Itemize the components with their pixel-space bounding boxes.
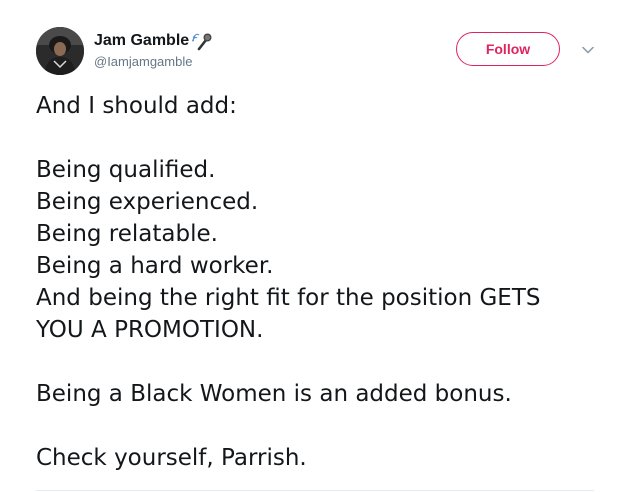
microphone-icon <box>191 31 213 51</box>
tweet-line: Being a hard worker. <box>36 253 274 279</box>
author-name-row: Jam Gamble <box>94 30 213 52</box>
tweet-line: YOU A PROMOTION. <box>36 317 264 343</box>
tweet-line-gap <box>36 410 606 442</box>
avatar[interactable] <box>36 27 84 75</box>
tweet-text: And I should add: Being qualified. Being… <box>36 90 606 474</box>
author-name[interactable]: Jam Gamble <box>94 32 189 50</box>
tweet-card: Jam Gamble @Iamjamgamble Follow And I sh <box>0 0 630 492</box>
author-handle[interactable]: @Iamjamgamble <box>94 54 192 69</box>
divider <box>36 490 594 491</box>
follow-button[interactable]: Follow <box>456 32 560 66</box>
tweet-line: Being qualified. <box>36 157 216 183</box>
avatar-image <box>36 27 84 75</box>
tweet-line: Being relatable. <box>36 221 218 247</box>
tweet-menu-button[interactable] <box>578 40 598 60</box>
tweet-line: Being a Black Women is an added bonus. <box>36 381 512 407</box>
tweet-line: And I should add: <box>36 93 237 119</box>
tweet-line-gap <box>36 346 606 378</box>
tweet-line: And being the right fit for the position… <box>36 285 541 311</box>
chevron-down-icon <box>582 46 594 54</box>
tweet-line: Check yourself, Parrish. <box>36 445 307 471</box>
tweet-line-gap <box>36 122 606 154</box>
tweet-line: Being experienced. <box>36 189 259 215</box>
